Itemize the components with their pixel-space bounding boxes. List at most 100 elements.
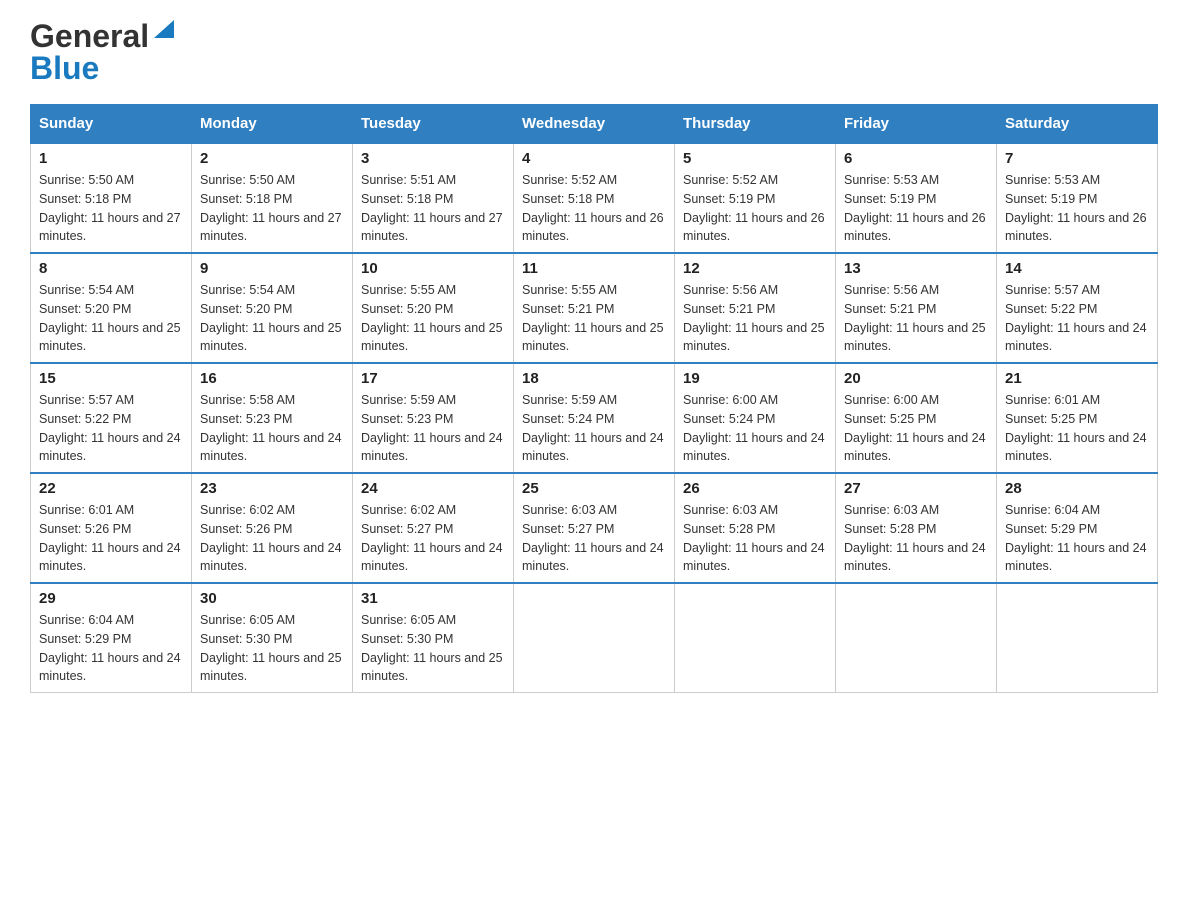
day-info: Sunrise: 5:56 AMSunset: 5:21 PMDaylight:… [683, 281, 827, 356]
header-wednesday: Wednesday [514, 105, 675, 144]
page-header: General Blue [30, 20, 1158, 84]
day-info: Sunrise: 6:01 AMSunset: 5:26 PMDaylight:… [39, 501, 183, 576]
calendar-cell: 14 Sunrise: 5:57 AMSunset: 5:22 PMDayligh… [997, 253, 1158, 363]
header-sunday: Sunday [31, 105, 192, 144]
day-info: Sunrise: 5:50 AMSunset: 5:18 PMDaylight:… [200, 171, 344, 246]
day-number: 15 [39, 370, 183, 387]
day-info: Sunrise: 5:53 AMSunset: 5:19 PMDaylight:… [844, 171, 988, 246]
day-info: Sunrise: 6:04 AMSunset: 5:29 PMDaylight:… [39, 611, 183, 686]
calendar-cell: 25 Sunrise: 6:03 AMSunset: 5:27 PMDayligh… [514, 473, 675, 583]
calendar-week-5: 29Sunrise: 6:04 AMSunset: 5:29 PMDayligh… [31, 583, 1158, 693]
day-number: 20 [844, 370, 988, 387]
calendar-cell: 17 Sunrise: 5:59 AMSunset: 5:23 PMDayligh… [353, 363, 514, 473]
header-tuesday: Tuesday [353, 105, 514, 144]
day-info: Sunrise: 5:51 AMSunset: 5:18 PMDaylight:… [361, 171, 505, 246]
header-monday: Monday [192, 105, 353, 144]
calendar-cell: 4Sunrise: 5:52 AMSunset: 5:18 PMDaylight… [514, 143, 675, 253]
day-number: 31 [361, 590, 505, 607]
day-info: Sunrise: 6:05 AMSunset: 5:30 PMDaylight:… [200, 611, 344, 686]
day-number: 6 [844, 150, 988, 167]
day-info: Sunrise: 5:58 AMSunset: 5:23 PMDaylight:… [200, 391, 344, 466]
calendar-cell: 26 Sunrise: 6:03 AMSunset: 5:28 PMDayligh… [675, 473, 836, 583]
day-number: 24 [361, 480, 505, 497]
day-info: Sunrise: 6:03 AMSunset: 5:28 PMDaylight:… [844, 501, 988, 576]
day-number: 1 [39, 150, 183, 167]
day-info: Sunrise: 5:57 AMSunset: 5:22 PMDaylight:… [39, 391, 183, 466]
day-number: 13 [844, 260, 988, 277]
calendar-table: Sunday Monday Tuesday Wednesday Thursday… [30, 104, 1158, 693]
calendar-cell: 2 Sunrise: 5:50 AMSunset: 5:18 PMDaylight… [192, 143, 353, 253]
calendar-week-3: 15 Sunrise: 5:57 AMSunset: 5:22 PMDayligh… [31, 363, 1158, 473]
day-info: Sunrise: 6:03 AMSunset: 5:27 PMDaylight:… [522, 501, 666, 576]
day-info: Sunrise: 6:01 AMSunset: 5:25 PMDaylight:… [1005, 391, 1149, 466]
day-number: 30 [200, 590, 344, 607]
day-info: Sunrise: 6:04 AMSunset: 5:29 PMDaylight:… [1005, 501, 1149, 576]
day-number: 25 [522, 480, 666, 497]
header-friday: Friday [836, 105, 997, 144]
calendar-cell: 16Sunrise: 5:58 AMSunset: 5:23 PMDayligh… [192, 363, 353, 473]
calendar-cell [836, 583, 997, 693]
day-number: 5 [683, 150, 827, 167]
calendar-cell: 23 Sunrise: 6:02 AMSunset: 5:26 PMDayligh… [192, 473, 353, 583]
calendar-cell [997, 583, 1158, 693]
day-info: Sunrise: 5:59 AMSunset: 5:23 PMDaylight:… [361, 391, 505, 466]
calendar-week-4: 22 Sunrise: 6:01 AMSunset: 5:26 PMDayligh… [31, 473, 1158, 583]
logo-blue-label: Blue [30, 50, 99, 86]
day-info: Sunrise: 6:03 AMSunset: 5:28 PMDaylight:… [683, 501, 827, 576]
calendar-cell: 6 Sunrise: 5:53 AMSunset: 5:19 PMDaylight… [836, 143, 997, 253]
day-info: Sunrise: 5:53 AMSunset: 5:19 PMDaylight:… [1005, 171, 1149, 246]
logo-triangle-icon [152, 18, 174, 44]
calendar-cell [514, 583, 675, 693]
calendar-week-1: 1 Sunrise: 5:50 AMSunset: 5:18 PMDaylight… [31, 143, 1158, 253]
calendar-cell: 31Sunrise: 6:05 AMSunset: 5:30 PMDayligh… [353, 583, 514, 693]
calendar-cell: 24Sunrise: 6:02 AMSunset: 5:27 PMDayligh… [353, 473, 514, 583]
calendar-header: Sunday Monday Tuesday Wednesday Thursday… [31, 105, 1158, 144]
calendar-cell: 3 Sunrise: 5:51 AMSunset: 5:18 PMDaylight… [353, 143, 514, 253]
day-info: Sunrise: 5:54 AMSunset: 5:20 PMDaylight:… [39, 281, 183, 356]
calendar-cell: 7Sunrise: 5:53 AMSunset: 5:19 PMDaylight… [997, 143, 1158, 253]
day-info: Sunrise: 5:57 AMSunset: 5:22 PMDaylight:… [1005, 281, 1149, 356]
calendar-week-2: 8 Sunrise: 5:54 AMSunset: 5:20 PMDaylight… [31, 253, 1158, 363]
calendar-cell: 21 Sunrise: 6:01 AMSunset: 5:25 PMDayligh… [997, 363, 1158, 473]
day-info: Sunrise: 5:52 AMSunset: 5:19 PMDaylight:… [683, 171, 827, 246]
day-info: Sunrise: 5:54 AMSunset: 5:20 PMDaylight:… [200, 281, 344, 356]
day-number: 11 [522, 260, 666, 277]
day-number: 12 [683, 260, 827, 277]
calendar-cell: 29Sunrise: 6:04 AMSunset: 5:29 PMDayligh… [31, 583, 192, 693]
day-number: 21 [1005, 370, 1149, 387]
calendar-cell: 20Sunrise: 6:00 AMSunset: 5:25 PMDayligh… [836, 363, 997, 473]
day-info: Sunrise: 5:56 AMSunset: 5:21 PMDaylight:… [844, 281, 988, 356]
days-header-row: Sunday Monday Tuesday Wednesday Thursday… [31, 105, 1158, 144]
day-number: 23 [200, 480, 344, 497]
day-number: 17 [361, 370, 505, 387]
day-number: 19 [683, 370, 827, 387]
day-info: Sunrise: 5:59 AMSunset: 5:24 PMDaylight:… [522, 391, 666, 466]
day-number: 22 [39, 480, 183, 497]
calendar-cell: 8 Sunrise: 5:54 AMSunset: 5:20 PMDaylight… [31, 253, 192, 363]
logo-general-text: General [30, 20, 149, 52]
calendar-cell: 30 Sunrise: 6:05 AMSunset: 5:30 PMDayligh… [192, 583, 353, 693]
day-info: Sunrise: 5:55 AMSunset: 5:21 PMDaylight:… [522, 281, 666, 356]
day-number: 14 [1005, 260, 1149, 277]
day-number: 9 [200, 260, 344, 277]
day-number: 10 [361, 260, 505, 277]
header-saturday: Saturday [997, 105, 1158, 144]
calendar-cell: 1Sunrise: 5:50 AMSunset: 5:18 PMDaylight… [31, 143, 192, 253]
calendar-cell: 9 Sunrise: 5:54 AMSunset: 5:20 PMDaylight… [192, 253, 353, 363]
day-number: 4 [522, 150, 666, 167]
calendar-cell: 11 Sunrise: 5:55 AMSunset: 5:21 PMDayligh… [514, 253, 675, 363]
day-info: Sunrise: 6:02 AMSunset: 5:26 PMDaylight:… [200, 501, 344, 576]
day-number: 26 [683, 480, 827, 497]
calendar-cell: 15 Sunrise: 5:57 AMSunset: 5:22 PMDayligh… [31, 363, 192, 473]
day-number: 27 [844, 480, 988, 497]
calendar-cell: 12 Sunrise: 5:56 AMSunset: 5:21 PMDayligh… [675, 253, 836, 363]
day-number: 3 [361, 150, 505, 167]
day-info: Sunrise: 6:00 AMSunset: 5:24 PMDaylight:… [683, 391, 827, 466]
calendar-cell: 5 Sunrise: 5:52 AMSunset: 5:19 PMDaylight… [675, 143, 836, 253]
calendar-cell: 27 Sunrise: 6:03 AMSunset: 5:28 PMDayligh… [836, 473, 997, 583]
day-number: 8 [39, 260, 183, 277]
day-number: 2 [200, 150, 344, 167]
calendar-cell: 19 Sunrise: 6:00 AMSunset: 5:24 PMDayligh… [675, 363, 836, 473]
calendar-cell: 28Sunrise: 6:04 AMSunset: 5:29 PMDayligh… [997, 473, 1158, 583]
calendar-cell: 18Sunrise: 5:59 AMSunset: 5:24 PMDayligh… [514, 363, 675, 473]
